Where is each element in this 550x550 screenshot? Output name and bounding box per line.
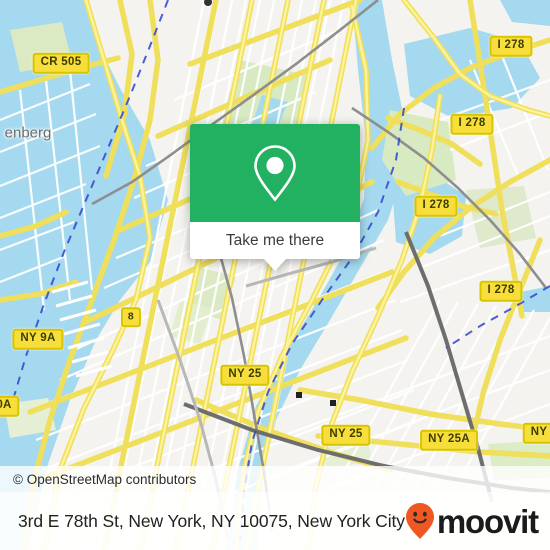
place-label-guttenberg: enberg — [4, 124, 52, 142]
road-shield-ny25-a[interactable]: NY 25 — [220, 364, 270, 386]
road-shield-edge-left[interactable]: 0A — [0, 395, 20, 417]
openstreetmap-attribution-text[interactable]: © OpenStreetMap contributors — [13, 472, 196, 487]
road-shield-i278-b[interactable]: I 278 — [450, 113, 494, 135]
footer-bar: 3rd E 78th St, New York, NY 10075, New Y… — [0, 492, 550, 550]
road-shield-ny9a[interactable]: NY 9A — [12, 328, 64, 350]
road-shield-i278-d[interactable]: I 278 — [479, 280, 523, 302]
popup-header — [190, 124, 360, 222]
road-shield-ny25-b[interactable]: NY 25 — [321, 424, 371, 446]
road-shield-8[interactable]: 8 — [120, 307, 142, 327]
road-shield-i278-c[interactable]: I 278 — [414, 195, 458, 217]
road-shield-cr505[interactable]: CR 505 — [32, 52, 90, 74]
popup-footer[interactable]: Take me there — [190, 222, 360, 271]
road-shield-i278-a[interactable]: I 278 — [489, 35, 533, 57]
road-shield-ny-edge[interactable]: NY — [522, 422, 550, 444]
road-shield-ny25a[interactable]: NY 25A — [420, 429, 478, 451]
popup-pointer-tail — [264, 259, 286, 271]
moovit-logo[interactable]: moovit — [405, 502, 539, 540]
map-attribution-bar: © OpenStreetMap contributors — [0, 466, 550, 492]
moovit-smiley-pin-icon — [405, 502, 435, 540]
moovit-wordmark: moovit — [436, 502, 539, 540]
location-popup-card[interactable]: Take me there — [190, 124, 360, 271]
take-me-there-label: Take me there — [225, 231, 325, 249]
moovit-map-screenshot: enberg CR 505 I 278 I 278 I 278 I 278 8 … — [0, 0, 550, 550]
map-pin-icon — [251, 143, 299, 203]
address-label: 3rd E 78th St, New York, NY 10075, New Y… — [18, 510, 405, 531]
